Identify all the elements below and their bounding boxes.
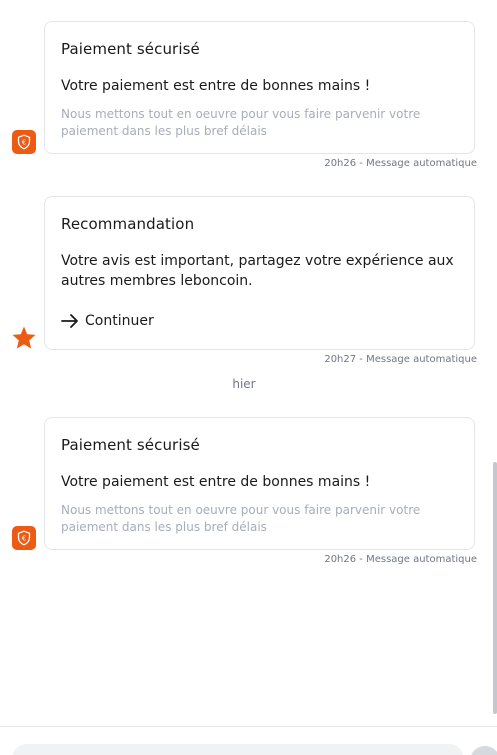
message-card-payment-secured: Paiement sécurisé Votre paiement est ent… (44, 417, 475, 550)
conversation-view: Paiement sécurisé Votre paiement est ent… (0, 0, 497, 755)
message-title: Paiement sécurisé (61, 436, 200, 454)
svg-text:€: € (22, 535, 26, 543)
message-meta: 20h27 - Message automatique (324, 354, 477, 365)
message-meta: 20h26 - Message automatique (324, 554, 477, 565)
composer-divider (0, 726, 497, 727)
message-details: Nous mettons tout en oeuvre pour vous fa… (61, 107, 421, 138)
date-separator: hier (232, 377, 256, 391)
message-card-payment-secured: Paiement sécurisé Votre paiement est ent… (44, 21, 475, 154)
send-button[interactable] (470, 746, 497, 755)
message-title: Paiement sécurisé (61, 40, 200, 58)
continue-button[interactable]: Continuer (61, 313, 458, 329)
svg-text:€: € (22, 139, 26, 147)
message-body: Votre paiement est entre de bonnes mains… (61, 78, 371, 94)
arrow-right-icon (61, 314, 78, 328)
star-icon (12, 326, 36, 349)
message-input[interactable] (12, 744, 464, 755)
message-title: Recommandation (61, 215, 195, 233)
message-card-recommendation: Recommandation Votre avis est important,… (44, 196, 475, 350)
message-details: Nous mettons tout en oeuvre pour vous fa… (61, 503, 421, 534)
continue-label: Continuer (85, 313, 154, 329)
message-meta: 20h26 - Message automatique (324, 158, 477, 169)
scrollbar-thumb[interactable] (493, 462, 497, 714)
message-body: Votre paiement est entre de bonnes mains… (61, 474, 371, 490)
shield-euro-icon: € (12, 526, 36, 550)
shield-euro-icon: € (12, 130, 36, 154)
message-body: Votre avis est important, partagez votre… (61, 253, 454, 289)
